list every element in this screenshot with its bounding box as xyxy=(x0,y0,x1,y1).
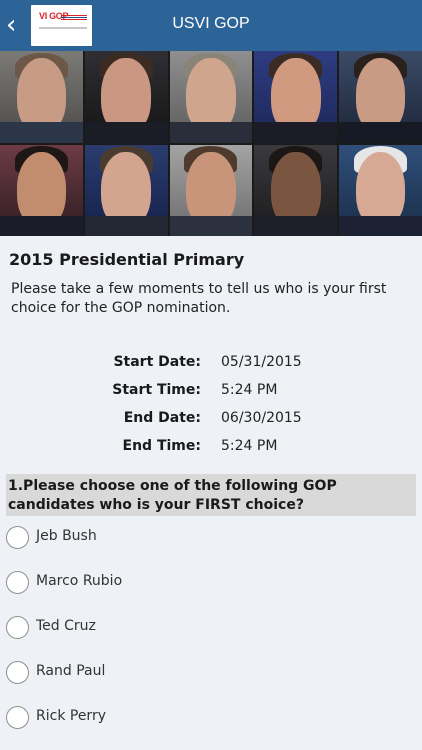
nav-bar: ‹ VI GOP USVI GOP xyxy=(0,0,422,51)
radio-button[interactable] xyxy=(6,661,29,684)
option-marco-rubio[interactable]: Marco Rubio xyxy=(6,569,306,597)
end-time-row: End Time: 5:24 PM xyxy=(0,438,422,458)
start-date-value: 05/31/2015 xyxy=(221,354,302,370)
survey-title: 2015 Presidential Primary xyxy=(9,250,245,269)
candidate-photo xyxy=(84,144,168,236)
end-date-row: End Date: 06/30/2015 xyxy=(0,410,422,430)
candidate-photo xyxy=(339,51,422,143)
option-label: Rand Paul xyxy=(36,663,106,679)
end-time-value: 5:24 PM xyxy=(221,438,278,454)
option-label: Ted Cruz xyxy=(36,618,96,634)
option-label: Rick Perry xyxy=(36,708,106,724)
start-time-row: Start Time: 5:24 PM xyxy=(0,382,422,402)
end-time-label: End Time: xyxy=(122,438,201,454)
candidate-photo xyxy=(169,51,253,143)
start-date-row: Start Date: 05/31/2015 xyxy=(0,354,422,374)
candidate-photo xyxy=(339,144,422,236)
option-rick-perry[interactable]: Rick Perry xyxy=(6,704,306,732)
start-date-label: Start Date: xyxy=(113,354,201,370)
candidates-banner-image xyxy=(0,51,422,236)
radio-button[interactable] xyxy=(6,526,29,549)
end-date-value: 06/30/2015 xyxy=(221,410,302,426)
candidate-photo xyxy=(84,51,168,143)
option-label: Jeb Bush xyxy=(36,528,97,544)
option-rand-paul[interactable]: Rand Paul xyxy=(6,659,306,687)
option-jeb-bush[interactable]: Jeb Bush xyxy=(6,524,306,552)
candidate-photo xyxy=(0,51,83,143)
question-text: 1.Please choose one of the following GOP… xyxy=(6,474,416,516)
candidate-photo xyxy=(169,144,253,236)
start-time-value: 5:24 PM xyxy=(221,382,278,398)
candidate-photo xyxy=(254,144,338,236)
page-title: USVI GOP xyxy=(172,15,250,32)
end-date-label: End Date: xyxy=(123,410,201,426)
radio-button[interactable] xyxy=(6,616,29,639)
survey-description: Please take a few moments to tell us who… xyxy=(11,281,387,316)
radio-button[interactable] xyxy=(6,571,29,594)
candidate-photo xyxy=(254,51,338,143)
option-label: Marco Rubio xyxy=(36,573,123,589)
start-time-label: Start Time: xyxy=(112,382,201,398)
option-ted-cruz[interactable]: Ted Cruz xyxy=(6,614,306,642)
radio-button[interactable] xyxy=(6,706,29,729)
candidate-photo xyxy=(0,144,83,236)
